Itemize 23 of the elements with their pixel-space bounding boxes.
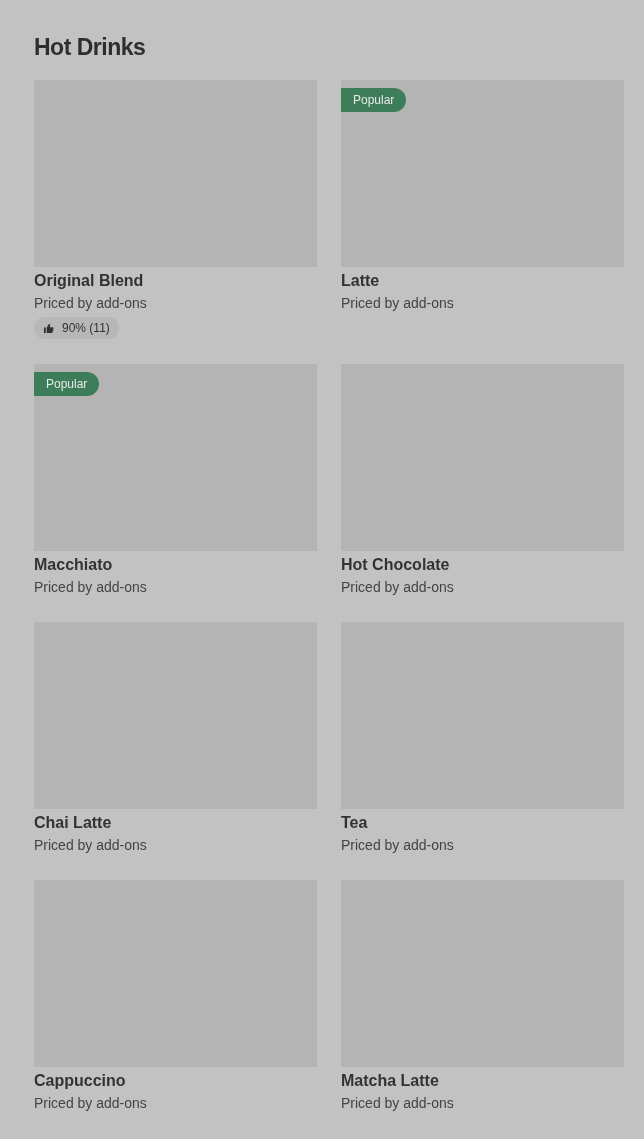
item-name[interactable]: Hot Chocolate (341, 555, 450, 575)
popular-badge: Popular (341, 88, 407, 112)
image-placeholder[interactable]: Popular (34, 364, 317, 551)
thumbs-up-icon (43, 322, 54, 334)
section-title: Hot Drinks (34, 33, 147, 62)
popular-badge: Popular (34, 372, 100, 396)
item-price: Priced by add-ons (34, 578, 147, 597)
item-name[interactable]: Original Blend (34, 271, 144, 291)
item-name[interactable]: Tea (341, 813, 368, 833)
rating-text: 90% (11) (62, 321, 110, 335)
item-name[interactable]: Latte (341, 271, 380, 291)
item-name[interactable]: Chai Latte (34, 813, 112, 833)
image-placeholder[interactable]: Popular (341, 80, 624, 267)
item-price: Priced by add-ons (341, 578, 454, 597)
item-price: Priced by add-ons (341, 836, 454, 855)
item-price: Priced by add-ons (341, 294, 454, 313)
item-name[interactable]: Cappuccino (34, 1071, 126, 1091)
item-price: Priced by add-ons (34, 1094, 147, 1113)
item-name[interactable]: Macchiato (34, 555, 113, 575)
item-price: Priced by add-ons (34, 294, 147, 313)
item-price: Priced by add-ons (34, 836, 147, 855)
item-name[interactable]: Matcha Latte (341, 1071, 439, 1091)
item-price: Priced by add-ons (341, 1094, 454, 1113)
